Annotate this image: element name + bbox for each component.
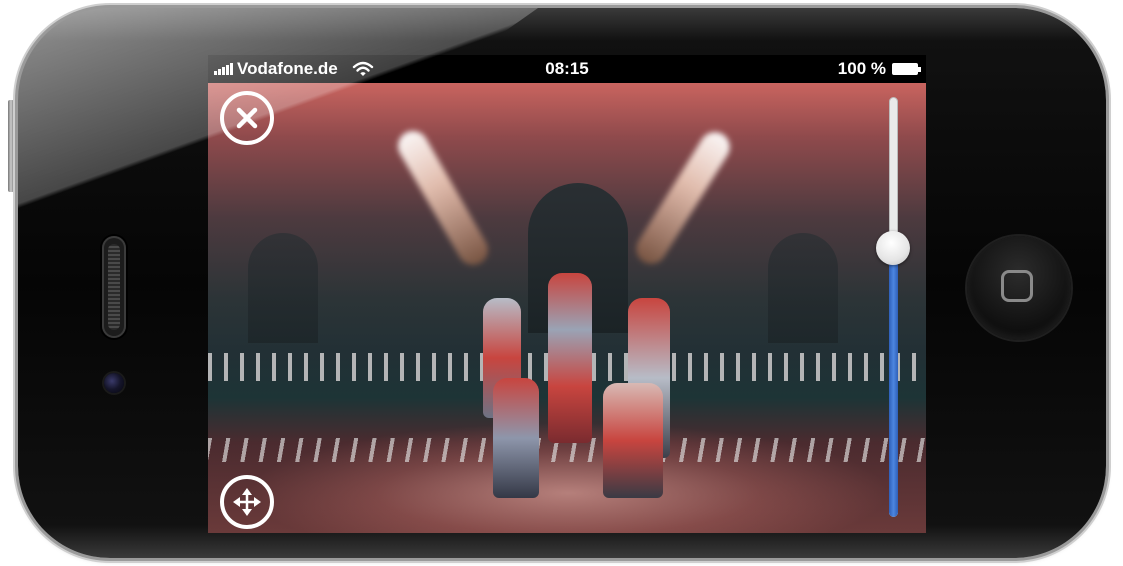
battery-percent: 100 % bbox=[837, 59, 886, 78]
earpiece-speaker bbox=[102, 236, 126, 338]
home-button[interactable] bbox=[967, 236, 1071, 340]
video-frame[interactable] bbox=[208, 83, 926, 533]
stage-arch bbox=[248, 233, 318, 343]
volume-side-button bbox=[8, 100, 14, 192]
move-arrows-icon bbox=[233, 488, 261, 516]
status-time: 08:15 bbox=[545, 59, 589, 78]
close-button[interactable] bbox=[220, 91, 274, 145]
close-icon bbox=[236, 107, 258, 129]
performer bbox=[493, 378, 539, 498]
firework-spark bbox=[392, 125, 494, 271]
performer bbox=[548, 273, 592, 443]
phone-screen: Vodafone.de 08:15 100 % bbox=[208, 55, 926, 533]
battery-icon bbox=[892, 63, 921, 75]
device-mockup: Vodafone.de 08:15 100 % bbox=[0, 0, 1123, 566]
performer bbox=[603, 383, 663, 498]
status-bar: Vodafone.de 08:15 100 % bbox=[208, 55, 926, 83]
slider-fill bbox=[889, 248, 898, 517]
stage-arch bbox=[768, 233, 838, 343]
move-button[interactable] bbox=[220, 475, 274, 529]
home-button-icon bbox=[1001, 270, 1033, 302]
front-camera bbox=[104, 373, 124, 393]
slider-track bbox=[889, 97, 898, 517]
battery-group: 100 % bbox=[837, 59, 921, 79]
firework-spark bbox=[630, 126, 736, 270]
slider-thumb[interactable] bbox=[876, 231, 910, 266]
volume-slider[interactable] bbox=[876, 97, 910, 517]
